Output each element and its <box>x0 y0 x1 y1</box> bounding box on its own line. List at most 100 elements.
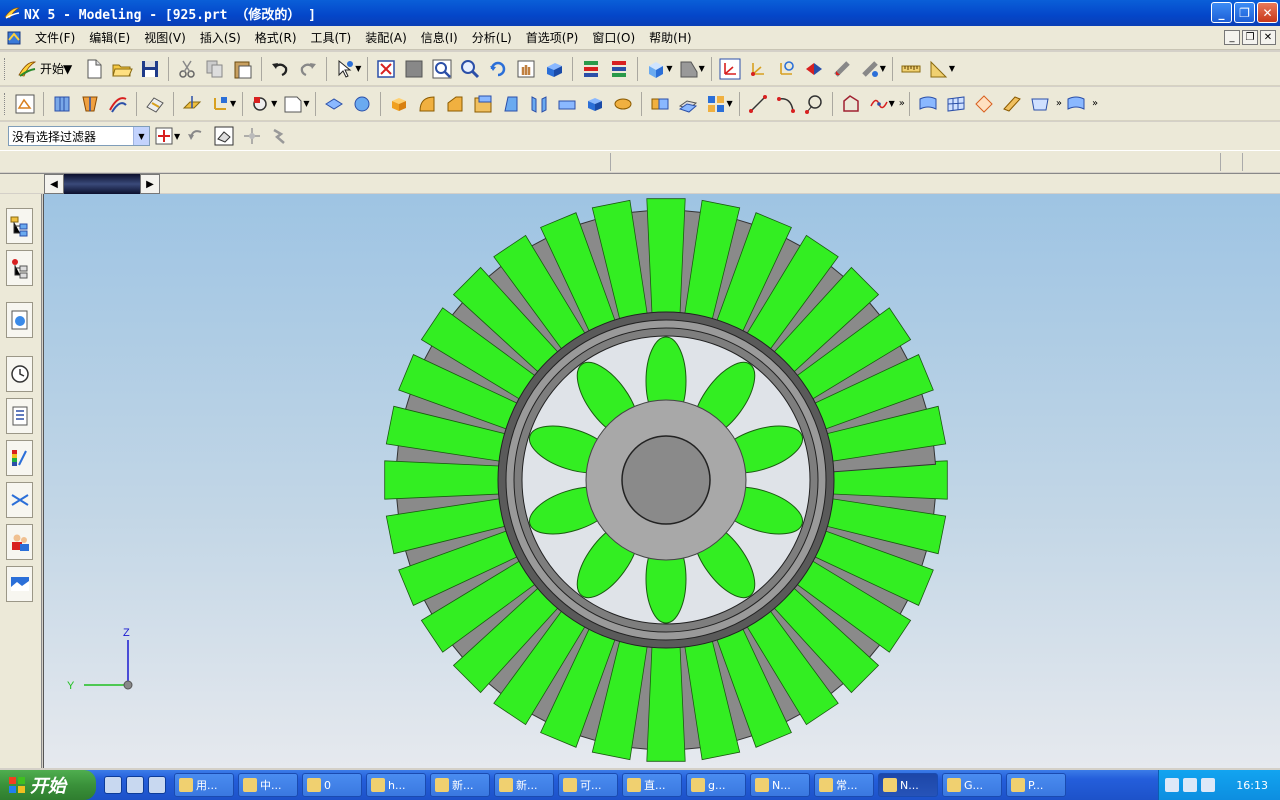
sketch-button[interactable] <box>11 90 39 118</box>
paste-button[interactable] <box>229 55 257 83</box>
replace-face-button[interactable] <box>646 90 674 118</box>
menu-format[interactable]: 格式(R) <box>248 28 304 48</box>
history-tab[interactable] <box>6 356 33 392</box>
taskbar-button[interactable]: 用... <box>174 773 234 797</box>
graphics-viewport[interactable]: Z Y <box>43 194 1280 768</box>
doc-minimize-button[interactable]: _ <box>1224 30 1240 45</box>
tray-icon[interactable] <box>1165 778 1179 792</box>
pan-button[interactable] <box>512 55 540 83</box>
wcs-rotate-button[interactable] <box>772 55 800 83</box>
rotate-button[interactable] <box>484 55 512 83</box>
chevron-down-icon[interactable]: ▼ <box>949 64 955 73</box>
deselect-button[interactable] <box>182 122 210 150</box>
menu-edit[interactable]: 编辑(E) <box>82 28 137 48</box>
fit-view-button[interactable] <box>372 55 400 83</box>
wcs-origin-button[interactable] <box>744 55 772 83</box>
scroll-thumb[interactable] <box>64 174 140 194</box>
circle-button[interactable] <box>800 90 828 118</box>
taskbar-button[interactable]: 常... <box>814 773 874 797</box>
restore-button[interactable]: ❐ <box>1234 2 1255 23</box>
show-hide-button[interactable] <box>210 122 238 150</box>
constraint-navigator-tab[interactable] <box>6 250 33 286</box>
toolbar-grip[interactable] <box>4 57 7 80</box>
thicken-button[interactable] <box>525 90 553 118</box>
scroll-left-button[interactable]: ◀ <box>44 174 64 194</box>
menu-tools[interactable]: 工具(T) <box>304 28 359 48</box>
menu-information[interactable]: 信息(I) <box>414 28 465 48</box>
extrude-button[interactable] <box>48 90 76 118</box>
minimize-button[interactable]: _ <box>1211 2 1232 23</box>
subtract-button[interactable] <box>348 90 376 118</box>
close-button[interactable]: ✕ <box>1257 2 1278 23</box>
menu-window[interactable]: 窗口(O) <box>585 28 642 48</box>
menu-insert[interactable]: 插入(S) <box>193 28 248 48</box>
windows-start-button[interactable]: 开始 <box>0 770 96 800</box>
zoom-window-button[interactable] <box>400 55 428 83</box>
datum-plane-button[interactable] <box>178 90 206 118</box>
roles-tab[interactable] <box>6 524 33 560</box>
wcs-display-button[interactable] <box>828 55 856 83</box>
quickpick-button[interactable] <box>238 122 266 150</box>
quick-launch-icon[interactable] <box>104 776 122 794</box>
toolbar-overflow-button[interactable]: » <box>899 98 905 109</box>
doc-close-button[interactable]: ✕ <box>1260 30 1276 45</box>
revolve-button[interactable] <box>76 90 104 118</box>
chevron-down-icon[interactable]: ▼ <box>726 99 732 108</box>
undo-button[interactable] <box>266 55 294 83</box>
taskbar-button[interactable]: G... <box>942 773 1002 797</box>
chevron-down-icon[interactable]: ▼ <box>174 132 180 141</box>
taskbar-button[interactable]: 可... <box>558 773 618 797</box>
line-button[interactable] <box>744 90 772 118</box>
new-file-button[interactable] <box>80 55 108 83</box>
taskbar-button[interactable]: N... <box>750 773 810 797</box>
menu-preferences[interactable]: 首选项(P) <box>519 28 586 48</box>
n-sided-surface-button[interactable] <box>1026 90 1054 118</box>
trim-body-button[interactable] <box>553 90 581 118</box>
chevron-down-icon[interactable]: ▼ <box>880 64 886 73</box>
wcs-button[interactable] <box>716 55 744 83</box>
zoom-region-button[interactable] <box>428 55 456 83</box>
chevron-down-icon[interactable]: ▼ <box>666 64 672 73</box>
edge-blend-button[interactable] <box>413 90 441 118</box>
chevron-down-icon[interactable]: ▼ <box>699 64 705 73</box>
chevron-down-icon[interactable]: ▼ <box>355 64 361 73</box>
surface-options-button[interactable] <box>1062 90 1090 118</box>
taskbar-button[interactable]: P... <box>1006 773 1066 797</box>
pattern-face-button[interactable] <box>674 90 702 118</box>
wcs-orient-button[interactable] <box>800 55 828 83</box>
taskbar-button[interactable]: 新... <box>430 773 490 797</box>
selection-filter-dropdown[interactable]: 没有选择过滤器 ▼ <box>8 126 150 146</box>
assembly-navigator-tab[interactable] <box>6 208 33 244</box>
copy-button[interactable] <box>201 55 229 83</box>
start-application-button[interactable]: 开始 ▼ <box>11 56 80 82</box>
taskbar-button[interactable]: 直... <box>622 773 682 797</box>
ruled-surface-button[interactable] <box>998 90 1026 118</box>
draft-button[interactable] <box>497 90 525 118</box>
reuse-library-tab[interactable] <box>6 398 33 434</box>
unite-button[interactable] <box>320 90 348 118</box>
toolbar-grip[interactable] <box>4 92 7 115</box>
doc-restore-button[interactable]: ❐ <box>1242 30 1258 45</box>
menu-assembly[interactable]: 装配(A) <box>358 28 414 48</box>
sweep-button[interactable] <box>104 90 132 118</box>
split-body-button[interactable] <box>581 90 609 118</box>
arc-button[interactable] <box>772 90 800 118</box>
menu-help[interactable]: 帮助(H) <box>642 28 698 48</box>
layer-settings-button[interactable] <box>577 55 605 83</box>
chevron-down-icon[interactable]: ▼ <box>303 99 309 108</box>
save-button[interactable] <box>136 55 164 83</box>
cut-button[interactable] <box>173 55 201 83</box>
tray-icon[interactable] <box>1201 778 1215 792</box>
chevron-down-icon[interactable]: ▼ <box>889 99 895 108</box>
layer-visibility-button[interactable] <box>605 55 633 83</box>
measure-distance-button[interactable] <box>897 55 925 83</box>
taskbar-button[interactable]: g... <box>686 773 746 797</box>
zoom-button[interactable] <box>456 55 484 83</box>
process-studio-tab[interactable] <box>6 482 33 518</box>
document-menu-icon[interactable] <box>6 30 22 46</box>
scroll-right-button[interactable]: ▶ <box>140 174 160 194</box>
taskbar-button[interactable]: h... <box>366 773 426 797</box>
shaded-view-button[interactable] <box>540 55 568 83</box>
taskbar-button[interactable]: 中... <box>238 773 298 797</box>
sew-button[interactable] <box>141 90 169 118</box>
